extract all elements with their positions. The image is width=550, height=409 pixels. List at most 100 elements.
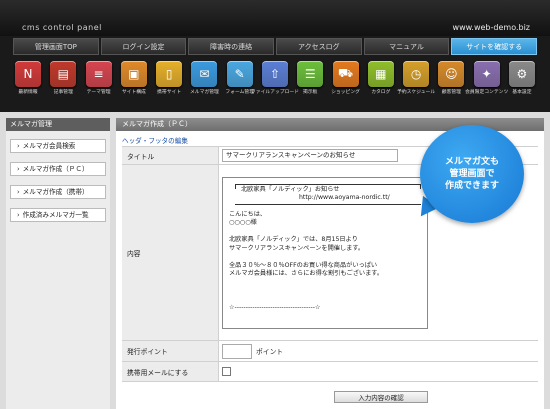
mobile-site-icon: ▯	[156, 61, 183, 87]
feature-button[interactable]: ⚙ 基本設定	[507, 61, 537, 109]
callout-bubble: メルマガ文も 管理画面で 作成できます	[420, 125, 524, 223]
mobile-checkbox[interactable]	[222, 367, 231, 376]
confirm-button[interactable]: 入力内容の確認	[334, 391, 428, 403]
feature-label: ショッピング	[331, 90, 360, 95]
feature-button[interactable]: ▤ 記事管理	[48, 61, 78, 109]
body-line	[229, 296, 421, 305]
sidebar-item[interactable]: › メルマガ会員検索	[10, 139, 106, 153]
feature-button[interactable]: ☺ 顧客管理	[436, 61, 466, 109]
sidebar-item-label: 作成済みメルマガ一覧	[22, 211, 89, 219]
file-upload-icon: ⇧	[261, 61, 288, 87]
feature-button[interactable]: ✎ フォーム管理	[225, 61, 255, 109]
feature-button[interactable]: ◷ 予約スケジュール	[397, 61, 435, 109]
feature-label: 記事管理	[53, 90, 73, 95]
body-textarea[interactable]: 北欧家具「ノルディック」お知らせ http://www.aoyama-nordi…	[222, 176, 428, 329]
feature-label: メルマガ管理	[190, 90, 219, 95]
top-bar: cms control panel www.web-demo.biz	[0, 0, 550, 36]
body-line: こんにちは、	[229, 210, 267, 218]
nav-item[interactable]: マニュアル	[363, 38, 450, 55]
chevron-right-icon: ›	[17, 142, 20, 150]
nav-item[interactable]: アクセスログ	[276, 38, 362, 55]
points-unit: ポイント	[256, 348, 284, 356]
feature-button[interactable]: ▯ 携帯サイト	[154, 61, 184, 109]
body-line	[229, 279, 421, 288]
site-url[interactable]: www.web-demo.biz	[453, 23, 530, 32]
settings-icon: ⚙	[508, 61, 535, 87]
feature-button[interactable]: ⇧ ファイルアップロード	[251, 61, 299, 109]
feature-label: 会員限定コンテンツ	[465, 90, 509, 95]
body-label: 内容	[122, 165, 219, 340]
nav-item[interactable]: ログイン設定	[100, 38, 187, 55]
sidebar-item[interactable]: › 作成済みメルマガ一覧	[10, 208, 106, 222]
title-input[interactable]: サマークリアランスキャンペーンのお知らせ	[222, 149, 398, 162]
chevron-right-icon: ›	[17, 188, 20, 196]
feature-label: サイト構成	[121, 90, 146, 95]
body-line	[229, 228, 421, 237]
main-nav: 管理画面TOP ログイン設定 障害時の連絡 アクセスログ マニュアル サイトを確認する	[13, 38, 538, 55]
body-header-url: http://www.aoyama-nordic.tt/	[299, 194, 390, 201]
sidebar: メルマガ管理 › メルマガ会員検索 › メルマガ作成（ＰＣ） › メルマガ作成（携帯） › 作…	[6, 118, 110, 409]
header-footer-edit-link[interactable]: ヘッダ・フッタの編集	[122, 135, 188, 145]
feature-label: 予約スケジュール	[397, 90, 436, 95]
title-label: タイトル	[122, 147, 219, 164]
body-line	[229, 287, 421, 296]
sidebar-item-label: メルマガ作成（携帯）	[22, 188, 89, 196]
catalog-icon: ▦	[367, 61, 394, 87]
body-line: 全品３０％～８０％OFFのお買い得な商品がいっぱい	[229, 261, 378, 269]
points-row: 発行ポイント ポイント	[122, 341, 538, 362]
feature-button[interactable]: ✉ メルマガ管理	[189, 61, 219, 109]
body-line: サマークリアランスキャンペーンを開催します。	[229, 244, 365, 252]
chevron-right-icon: ›	[17, 165, 20, 173]
callout-line: 管理画面で	[449, 169, 495, 179]
sidebar-title: メルマガ管理	[6, 118, 110, 131]
feature-button[interactable]: ▣ サイト構成	[119, 61, 149, 109]
feature-label: 基本設定	[512, 90, 532, 95]
nav-item[interactable]: サイトを確認する	[451, 38, 538, 55]
feature-label: 掲示板	[303, 90, 318, 95]
points-input[interactable]	[222, 343, 252, 359]
sidebar-item-label: メルマガ作成（ＰＣ）	[22, 165, 89, 173]
nav-item[interactable]: 障害時の連絡	[188, 38, 275, 55]
body-line: メルマガ会員様には、さらにお得な割引もございます。	[229, 270, 384, 277]
points-label: 発行ポイント	[122, 341, 219, 361]
body-line	[229, 253, 421, 262]
feature-icon-bar: N 最新情報 ▤ 記事管理 ≡ テーマ管理 ▣ サイト構成 ▯ 携帯サイト ✉ メルマガ管理 ✎ フォーム…	[13, 61, 537, 109]
body-line: ☆------------------------------------☆	[229, 304, 321, 311]
members-icon: ✦	[473, 61, 500, 87]
feature-label: 最新情報	[18, 90, 38, 95]
feature-button[interactable]: ▦ カタログ	[366, 61, 396, 109]
bbs-icon: ☰	[297, 61, 324, 87]
news-icon: N	[15, 61, 41, 87]
body-line: ○○○○様	[229, 219, 257, 226]
feature-label: 顧客管理	[441, 90, 461, 95]
article-icon: ▤	[50, 61, 77, 87]
feature-button[interactable]: N 最新情報	[13, 61, 43, 109]
feature-button[interactable]: ✦ 会員限定コンテンツ	[465, 61, 508, 109]
theme-icon: ≡	[85, 61, 112, 87]
customer-icon: ☺	[438, 61, 465, 87]
body-header-frame: 北欧家具「ノルディック」お知らせ http://www.aoyama-nordi…	[235, 183, 421, 205]
site-structure-icon: ▣	[120, 61, 147, 87]
feature-label: ファイルアップロード	[250, 90, 299, 95]
feature-button[interactable]: ☰ 掲示板	[295, 61, 325, 109]
schedule-icon: ◷	[403, 61, 430, 87]
feature-button[interactable]: ≡ テーマ管理	[84, 61, 114, 109]
feature-button[interactable]: ⛟ ショッピング	[331, 61, 361, 109]
mail-magazine-icon: ✉	[191, 61, 218, 87]
sidebar-item[interactable]: › メルマガ作成（携帯）	[10, 185, 106, 199]
body-line: 北欧家具「ノルディック」では、8月15日より	[229, 236, 358, 243]
nav-item[interactable]: 管理画面TOP	[13, 38, 99, 55]
feature-label: 携帯サイト	[157, 90, 182, 95]
body-header-line: 北欧家具「ノルディック」お知らせ	[241, 185, 340, 193]
feature-label: カタログ	[371, 90, 391, 95]
feature-label: フォーム管理	[225, 90, 254, 95]
form-icon: ✎	[226, 61, 253, 87]
shopping-icon: ⛟	[332, 61, 359, 87]
sidebar-item-label: メルマガ会員検索	[22, 142, 76, 150]
mobile-label: 携帯用メールにする	[122, 362, 219, 381]
brand-title: cms control panel	[22, 23, 102, 32]
sidebar-item[interactable]: › メルマガ作成（ＰＣ）	[10, 162, 106, 176]
chevron-right-icon: ›	[17, 211, 20, 219]
callout-line: メルマガ文も	[444, 157, 499, 167]
callout-line: 作成できます	[444, 181, 499, 191]
